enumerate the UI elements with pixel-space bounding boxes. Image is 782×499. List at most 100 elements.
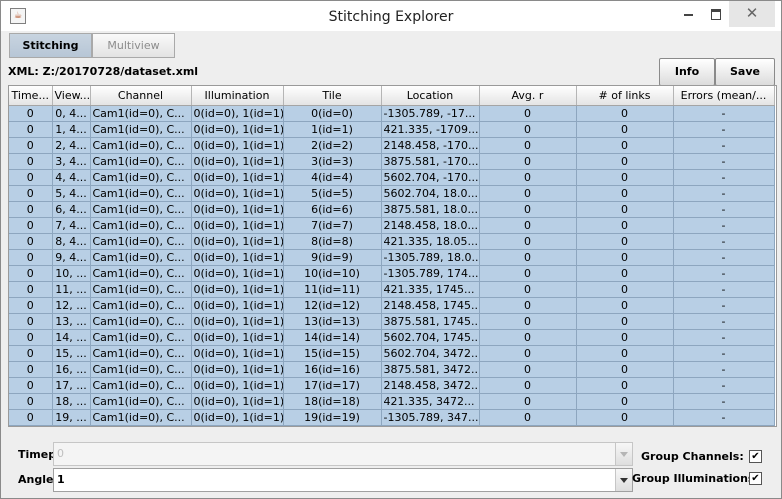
table-row[interactable]: 0 9, 4... Cam1(id=0), C... 0(id=0), 1(id=1)…	[9, 249, 775, 266]
table-cell: 0, 4...	[52, 105, 91, 122]
table-cell: 0	[576, 201, 674, 218]
group-channels-checkbox[interactable]: ✔	[749, 450, 762, 463]
table-cell: 0(id=0), 1(id=1)	[191, 265, 284, 282]
table-cell: Cam1(id=0), C...	[90, 409, 192, 426]
chevron-down-icon[interactable]	[615, 443, 632, 465]
close-button[interactable]: ✕	[729, 1, 775, 27]
table-cell: -	[673, 361, 775, 378]
column-header[interactable]: Location	[381, 86, 480, 106]
column-header[interactable]: Avg. r	[479, 86, 577, 106]
table-cell: 0(id=0), 1(id=1)	[191, 137, 284, 154]
table-cell: -1305.789, -17...	[381, 105, 480, 122]
angle-select[interactable]: 1	[53, 468, 633, 492]
table-cell: 11(id=11)	[283, 281, 382, 298]
table-row[interactable]: 0 11, ... Cam1(id=0), C... 0(id=0), 1(id=1)…	[9, 281, 775, 298]
table-row[interactable]: 0 16, ... Cam1(id=0), C... 0(id=0), 1(id=1)…	[9, 361, 775, 378]
table-cell: 0(id=0), 1(id=1)	[191, 297, 284, 314]
table-cell: Cam1(id=0), C...	[90, 169, 192, 186]
table-row[interactable]: 0 17, ... Cam1(id=0), C... 0(id=0), 1(id=1)…	[9, 377, 775, 394]
table-cell: 3875.581, 3472...	[381, 361, 480, 378]
table-cell: Cam1(id=0), C...	[90, 185, 192, 202]
table-row[interactable]: 0 15, ... Cam1(id=0), C... 0(id=0), 1(id=1)…	[9, 345, 775, 362]
table-row[interactable]: 0 0, 4... Cam1(id=0), C... 0(id=0), 1(id=1)…	[9, 105, 775, 122]
table-cell: 0	[9, 313, 53, 330]
table-row[interactable]: 0 10, ... Cam1(id=0), C... 0(id=0), 1(id=1)…	[9, 265, 775, 282]
table-cell: 0(id=0), 1(id=1)	[191, 121, 284, 138]
column-header[interactable]: Tile	[283, 86, 382, 106]
table-row[interactable]: 0 5, 4... Cam1(id=0), C... 0(id=0), 1(id=1)…	[9, 185, 775, 202]
table-row[interactable]: 0 6, 4... Cam1(id=0), C... 0(id=0), 1(id=1)…	[9, 201, 775, 218]
table-cell: 2148.458, 18.0...	[381, 217, 480, 234]
table-cell: Cam1(id=0), C...	[90, 265, 192, 282]
table-cell: 2, 4...	[52, 137, 91, 154]
table-cell: 5, 4...	[52, 185, 91, 202]
table-cell: 9, 4...	[52, 249, 91, 266]
table-cell: 18, ...	[52, 393, 91, 410]
table-cell: 8(id=8)	[283, 233, 382, 250]
maximize-button[interactable]	[701, 1, 731, 27]
table-row[interactable]: 0 12, ... Cam1(id=0), C... 0(id=0), 1(id=1)…	[9, 297, 775, 314]
table-cell: Cam1(id=0), C...	[90, 297, 192, 314]
table-cell: 0	[9, 281, 53, 298]
save-button[interactable]: Save	[715, 58, 775, 86]
table-row[interactable]: 0 7, 4... Cam1(id=0), C... 0(id=0), 1(id=1)…	[9, 217, 775, 234]
angle-label: Angle:	[18, 473, 58, 486]
table-cell: 0	[479, 313, 577, 330]
table-cell: 0	[576, 233, 674, 250]
table-row[interactable]: 0 13, ... Cam1(id=0), C... 0(id=0), 1(id=1)…	[9, 313, 775, 330]
table-cell: Cam1(id=0), C...	[90, 137, 192, 154]
table-row[interactable]: 0 14, ... Cam1(id=0), C... 0(id=0), 1(id=1)…	[9, 329, 775, 346]
table-cell: 0(id=0)	[283, 105, 382, 122]
tab-multiview[interactable]: Multiview	[92, 33, 175, 58]
table-cell: 0	[479, 217, 577, 234]
table-cell: 0	[479, 233, 577, 250]
table-cell: 0	[479, 201, 577, 218]
info-button[interactable]: Info	[659, 58, 715, 86]
table-cell: 4(id=4)	[283, 169, 382, 186]
table-cell: 0	[479, 377, 577, 394]
table-cell: 0	[9, 217, 53, 234]
table-cell: 0	[479, 105, 577, 122]
table-cell: Cam1(id=0), C...	[90, 153, 192, 170]
table-cell: Cam1(id=0), C...	[90, 345, 192, 362]
table-row[interactable]: 0 4, 4... Cam1(id=0), C... 0(id=0), 1(id=1)…	[9, 169, 775, 186]
table-cell: -	[673, 329, 775, 346]
table-cell: 0(id=0), 1(id=1)	[191, 393, 284, 410]
table-cell: 0	[479, 121, 577, 138]
table-cell: 3875.581, 1745...	[381, 313, 480, 330]
table-cell: 0	[9, 377, 53, 394]
table-cell: 0	[479, 409, 577, 426]
table-cell: Cam1(id=0), C...	[90, 233, 192, 250]
table-cell: Cam1(id=0), C...	[90, 121, 192, 138]
group-illuminations-label: Group Illuminations:	[632, 472, 759, 485]
table-row[interactable]: 0 2, 4... Cam1(id=0), C... 0(id=0), 1(id=1)…	[9, 137, 775, 154]
chevron-down-icon[interactable]	[615, 469, 632, 491]
table-cell: 2148.458, 3472...	[381, 377, 480, 394]
table-row[interactable]: 0 8, 4... Cam1(id=0), C... 0(id=0), 1(id=1)…	[9, 233, 775, 250]
column-header[interactable]: Channel	[90, 86, 192, 106]
table-cell: 14, ...	[52, 329, 91, 346]
table-row[interactable]: 0 1, 4... Cam1(id=0), C... 0(id=0), 1(id=1)…	[9, 121, 775, 138]
table-cell: Cam1(id=0), C...	[90, 217, 192, 234]
maximize-icon	[711, 9, 721, 20]
title-bar: ☕ Stitching Explorer ✕	[1, 1, 781, 31]
column-header[interactable]: Illumination	[191, 86, 284, 106]
table-cell: 0	[9, 297, 53, 314]
column-header[interactable]: # of links	[576, 86, 674, 106]
table-row[interactable]: 0 19, ... Cam1(id=0), C... 0(id=0), 1(id=1)…	[9, 409, 775, 426]
group-illuminations-checkbox[interactable]: ✔	[749, 472, 762, 485]
table-row[interactable]: 0 18, ... Cam1(id=0), C... 0(id=0), 1(id=1)…	[9, 393, 775, 410]
views-table[interactable]: Time... View... Channel Illumination Tile Loc…	[8, 85, 777, 427]
table-cell: 19(id=19)	[283, 409, 382, 426]
window-title: Stitching Explorer	[328, 9, 454, 25]
column-header[interactable]: Time...	[9, 86, 53, 106]
minimize-button[interactable]	[673, 1, 703, 27]
column-header[interactable]: View...	[52, 86, 91, 106]
column-header[interactable]: Errors (mean/...	[673, 86, 775, 106]
tab-stitching[interactable]: Stitching	[9, 33, 92, 58]
table-row[interactable]: 0 3, 4... Cam1(id=0), C... 0(id=0), 1(id=1)…	[9, 153, 775, 170]
table-cell: 0(id=0), 1(id=1)	[191, 409, 284, 426]
timepoint-select[interactable]: 0	[53, 442, 633, 466]
table-cell: -	[673, 185, 775, 202]
table-cell: -	[673, 153, 775, 170]
